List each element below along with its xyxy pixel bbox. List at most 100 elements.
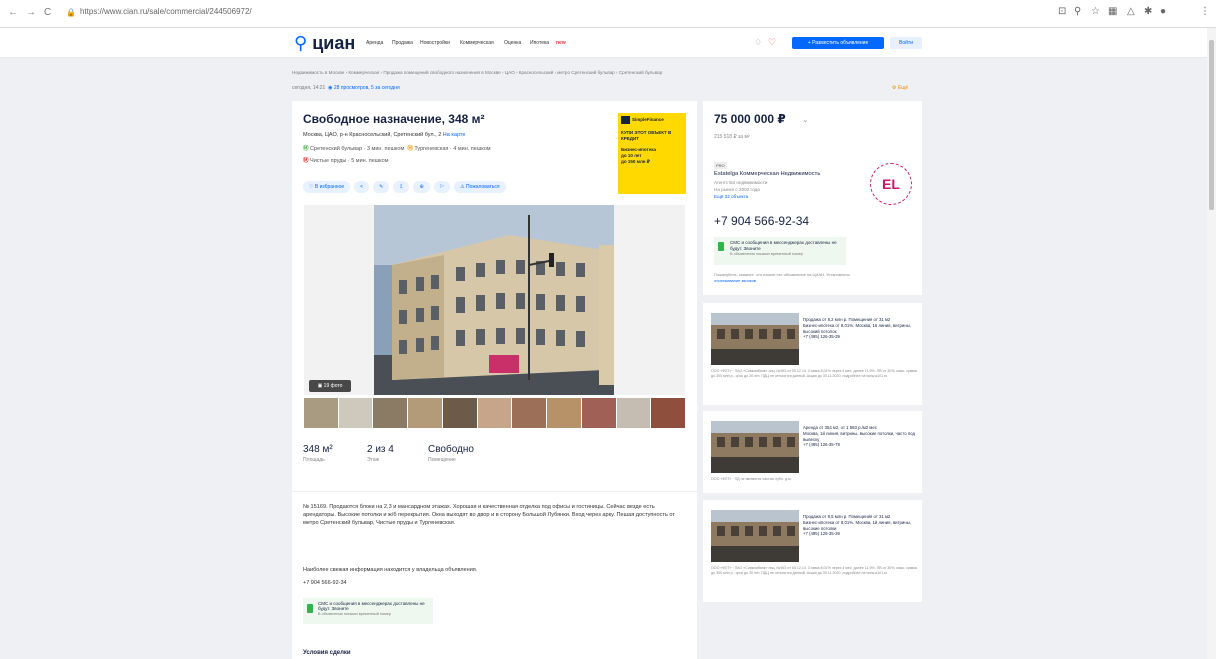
promo-card[interactable]: Продажа от 8,5 млн р. Помещения от 31 м2… [703, 500, 922, 602]
promo-disclaimer: ООО «ФЛТ» · ПАО «Совкомбанк» лиц. №963 о… [711, 369, 917, 378]
photo-thumbnail[interactable] [442, 398, 477, 428]
menu-new-buildings[interactable]: Новостройки [420, 40, 450, 47]
menu-rent[interactable]: Аренда [366, 40, 383, 47]
photo-thumbnail[interactable] [512, 398, 547, 428]
menu-valuation[interactable]: Оценка [504, 40, 521, 47]
reload-icon[interactable]: C [44, 7, 51, 19]
bookmark-star-icon[interactable]: ☆ [1091, 6, 1100, 18]
cian-logo[interactable]: ⚲ циан [294, 33, 355, 53]
menu-sale[interactable]: Продажа [392, 40, 413, 47]
promo-text: Аренда от 354 м2, от 1 583 р./м2 мес Мос… [803, 425, 915, 448]
agency-type: Агентство недвижимости [714, 180, 768, 185]
sms-warning: СМС и сообщения в мессенджерах доставлен… [303, 598, 433, 624]
favorites-heart-icon[interactable]: ♡ [768, 37, 776, 47]
photo-thumbnail[interactable] [547, 398, 581, 428]
fact-area: 348 м² Площадь [303, 444, 333, 464]
post-ad-button[interactable]: + Разместить объявление [792, 37, 884, 49]
sms-warning-subtitle: В объявлении показан временный номер [730, 252, 803, 256]
listing-description: № 15169. Продаются блоки на 2,3 и мансар… [303, 504, 675, 526]
promo-card[interactable]: Аренда от 354 м2, от 1 583 р./м2 мес Мос… [703, 411, 922, 493]
ad-headline: КУПИ ЭТОТ ОБЪЕКТ В КРЕДИТ [621, 130, 672, 141]
compare-icon[interactable]: ♢ [754, 37, 762, 47]
login-button[interactable]: Войти [890, 37, 922, 49]
more-link[interactable]: ⚙ Ещё [892, 85, 908, 91]
agency-more-link[interactable]: Ещё 32 объекта [714, 194, 748, 199]
menu-commercial[interactable]: Коммерческая [460, 40, 494, 47]
call-tracking-link[interactable]: отслеживание звонков [714, 278, 756, 283]
promo-disclaimer: ООО «ФЛТ» · ПД не являются частью публ. … [711, 477, 792, 481]
scrollbar-thumb[interactable] [1209, 40, 1214, 210]
zoom-icon[interactable]: ⚲ [1074, 6, 1081, 18]
map-link[interactable]: На карте [443, 132, 466, 138]
drive-icon[interactable]: △ [1127, 6, 1135, 18]
ad-brand: SimpleFinance [632, 117, 664, 122]
views-count[interactable]: 28 просмотров, 5 за сегодня [334, 85, 400, 91]
lock-icon: 🔒 [66, 8, 76, 17]
promo-text: Продажа от 8,5 млн р. Помещения от 31 м2… [803, 514, 911, 537]
agency-since: На рынке с 2002 года [714, 187, 760, 192]
address-text[interactable]: Москва, ЦАО, р-н Красносельский, Сретенс… [303, 132, 441, 138]
agency-name[interactable]: Estatelga Коммерческая Недвижимость [714, 171, 820, 177]
photo-thumbnail[interactable] [581, 398, 616, 428]
metro-station[interactable]: Чистые пруды [310, 158, 346, 164]
extension-new-icon[interactable]: ▦ [1108, 6, 1117, 18]
browser-toolbar: ← → C 🔒 https://www.cian.ru/sale/commerc… [0, 0, 1216, 28]
metro-time: · 4 мин. пешком [449, 146, 491, 152]
promo-card[interactable]: Продажа от 8,2 млн р. Помещения от 31 м2… [703, 303, 922, 405]
breadcrumb[interactable]: Недвижимость в Москве › Коммерческая › П… [292, 70, 662, 75]
menu-dots-icon[interactable]: ⋮ [1200, 6, 1210, 18]
share-button[interactable]: < [354, 181, 370, 193]
photo-thumbnail[interactable] [373, 398, 408, 428]
photo-thumbnail[interactable] [616, 398, 651, 428]
listing-address: Москва, ЦАО, р-н Красносельский, Сретенс… [303, 132, 465, 138]
agency-phone[interactable]: +7 904 566-92-34 [714, 214, 809, 228]
menu-mortgage[interactable]: Ипотека [530, 40, 549, 47]
address-bar[interactable]: https://www.cian.ru/sale/commercial/2445… [80, 6, 252, 18]
forward-arrow-icon[interactable]: → [26, 7, 36, 19]
metro-station[interactable]: Тургеневская [414, 146, 448, 152]
listing-actions: ♡ В избранное < ✎ ⇩ ⊕ ⚐ ⚠ Пожаловаться [303, 181, 506, 193]
ad-amount: до 150 млн ₽ [621, 159, 650, 164]
photo-thumbnail[interactable] [304, 398, 338, 428]
promo-image [711, 313, 799, 365]
sms-warning-title: СМС и сообщения в мессенджерах доставлен… [730, 240, 837, 251]
photo-thumbnail[interactable] [338, 398, 373, 428]
fact-value: Свободно [428, 444, 474, 455]
add-to-favorites-button[interactable]: ♡ В избранное [303, 181, 351, 193]
translate-icon[interactable]: ⊡ [1058, 6, 1066, 18]
extensions-puzzle-icon[interactable]: ✱ [1144, 6, 1152, 18]
metro-icon: Ⓜ [407, 146, 413, 152]
metro-line-2: Ⓜ Чистые пруды · 5 мин. пешком [303, 156, 389, 164]
phone-icon [718, 242, 724, 251]
metro-station[interactable]: Сретенский бульвар [310, 146, 362, 152]
photo-thumbnail[interactable] [408, 398, 442, 428]
photo-thumbnail[interactable] [477, 398, 512, 428]
pro-badge: PRO [714, 162, 727, 169]
complain-button[interactable]: ⚠ Пожаловаться [454, 181, 506, 193]
phone-number[interactable]: +7 904 566-92-34 [303, 580, 347, 586]
back-arrow-icon[interactable]: ← [8, 7, 18, 19]
sms-warning-subtitle: В объявлении показан временный номер [318, 612, 391, 616]
listing-main-photo[interactable] [304, 205, 685, 395]
publish-date: сегодня, 14:21 [292, 85, 326, 91]
mention-cian-note: Пожалуйста, скажите, что нашли это объяв… [714, 272, 864, 284]
note-button[interactable]: ✎ [373, 181, 390, 193]
photo-count-badge[interactable]: ▣ 19 фото [309, 380, 351, 392]
profile-avatar-icon[interactable]: ● [1160, 6, 1166, 18]
flag-button[interactable]: ⚐ [433, 181, 451, 193]
eye-icon: ◉ [326, 85, 333, 91]
agency-logo[interactable]: EL [870, 163, 912, 205]
more-label: Ещё [897, 85, 909, 91]
photo-thumbnail[interactable] [651, 398, 686, 428]
credit-ad-banner[interactable]: SimpleFinance КУПИ ЭТОТ ОБЪЕКТ В КРЕДИТ … [618, 113, 686, 194]
download-button[interactable]: ⇩ [393, 181, 410, 193]
promo-image [711, 421, 799, 473]
print-button[interactable]: ⊕ [413, 181, 430, 193]
listing-meta: сегодня, 14:21 ◉ 28 просмотров, 5 за сег… [292, 85, 400, 91]
sms-warning-agency: СМС и сообщения в мессенджерах доставлен… [714, 237, 846, 265]
promo-building-image [711, 313, 799, 365]
metro-icon: Ⓜ [303, 146, 309, 152]
price-dropdown-icon[interactable]: ⌄ [802, 115, 809, 124]
promo-disclaimer: ООО «ФЛТ» · ПАО «Совкомбанк» лиц. №963 о… [711, 566, 917, 575]
metro-time: · 5 мин. пешком [347, 158, 389, 164]
